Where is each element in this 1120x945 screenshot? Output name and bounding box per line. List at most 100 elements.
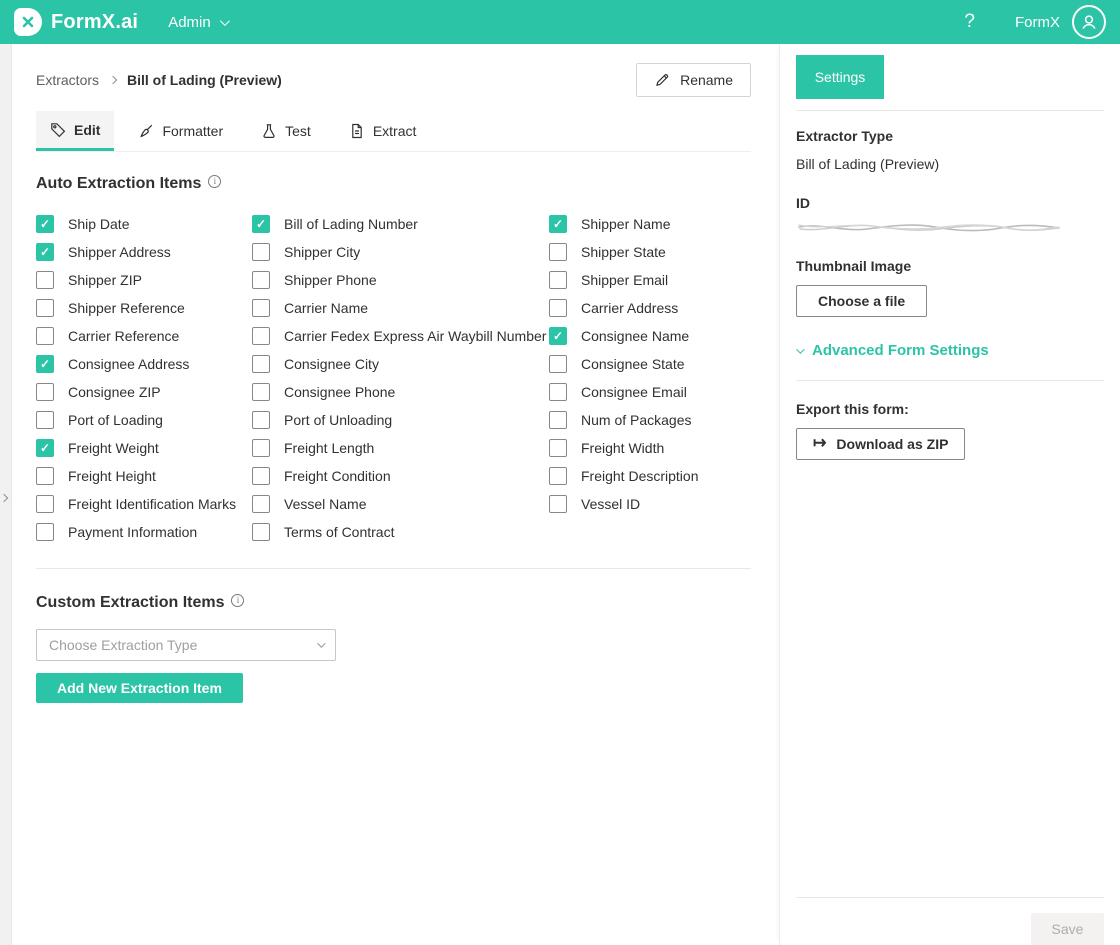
- logo-wordmark: FormX.ai: [51, 10, 139, 33]
- extraction-item-vessel-name[interactable]: Vessel Name: [252, 495, 549, 513]
- checkbox-freight-weight[interactable]: [36, 439, 54, 457]
- checkbox-consignee-email[interactable]: [549, 383, 567, 401]
- checkbox-carrier-reference[interactable]: [36, 327, 54, 345]
- checkbox-shipper-email[interactable]: [549, 271, 567, 289]
- formx-logo[interactable]: FormX.ai: [14, 8, 138, 36]
- extraction-item-consignee-state[interactable]: Consignee State: [549, 355, 751, 373]
- extraction-item-shipper-reference[interactable]: Shipper Reference: [36, 299, 252, 317]
- extraction-item-ship-date[interactable]: Ship Date: [36, 215, 252, 233]
- checkbox-terms-of-contract[interactable]: [252, 523, 270, 541]
- checkbox-consignee-name[interactable]: [549, 327, 567, 345]
- extraction-item-port-of-loading[interactable]: Port of Loading: [36, 411, 252, 429]
- checkbox-shipper-name[interactable]: [549, 215, 567, 233]
- checkbox-payment-information[interactable]: [36, 523, 54, 541]
- checkbox-carrier-fedex-express-air-waybill-number[interactable]: [252, 327, 270, 345]
- checkbox-shipper-phone[interactable]: [252, 271, 270, 289]
- extraction-item-shipper-email[interactable]: Shipper Email: [549, 271, 751, 289]
- extraction-item-consignee-name[interactable]: Consignee Name: [549, 327, 751, 345]
- checkbox-port-of-unloading[interactable]: [252, 411, 270, 429]
- account-menu[interactable]: FormX: [1015, 5, 1106, 39]
- checkbox-shipper-address[interactable]: [36, 243, 54, 261]
- checkbox-carrier-address[interactable]: [549, 299, 567, 317]
- extraction-item-shipper-zip[interactable]: Shipper ZIP: [36, 271, 252, 289]
- tab-test[interactable]: Test: [247, 111, 325, 151]
- extraction-item-carrier-address[interactable]: Carrier Address: [549, 299, 751, 317]
- info-icon[interactable]: [231, 593, 245, 607]
- extraction-item-num-of-packages[interactable]: Num of Packages: [549, 411, 751, 429]
- extraction-item-consignee-email[interactable]: Consignee Email: [549, 383, 751, 401]
- extraction-item-consignee-phone[interactable]: Consignee Phone: [252, 383, 549, 401]
- extraction-item-consignee-zip[interactable]: Consignee ZIP: [36, 383, 252, 401]
- checkbox-freight-identification-marks[interactable]: [36, 495, 54, 513]
- extraction-item-freight-width[interactable]: Freight Width: [549, 439, 751, 457]
- breadcrumb-extractors[interactable]: Extractors: [36, 72, 99, 88]
- chevron-down-icon: [317, 639, 326, 648]
- tab-settings[interactable]: Settings: [796, 55, 884, 99]
- thumbnail-image-label: Thumbnail Image: [796, 258, 912, 274]
- extraction-item-freight-description[interactable]: Freight Description: [549, 467, 751, 485]
- checkbox-consignee-phone[interactable]: [252, 383, 270, 401]
- choose-file-button[interactable]: Choose a file: [796, 285, 928, 317]
- checkbox-freight-length[interactable]: [252, 439, 270, 457]
- extraction-item-terms-of-contract[interactable]: Terms of Contract: [252, 523, 549, 541]
- extraction-item-label: Consignee Email: [581, 384, 687, 400]
- admin-menu[interactable]: Admin: [168, 14, 230, 31]
- checkbox-shipper-city[interactable]: [252, 243, 270, 261]
- checkbox-vessel-id[interactable]: [549, 495, 567, 513]
- advanced-form-settings-toggle[interactable]: Advanced Form Settings: [796, 342, 1104, 359]
- help-button[interactable]: ?: [964, 11, 975, 33]
- checkbox-freight-condition[interactable]: [252, 467, 270, 485]
- extraction-item-freight-height[interactable]: Freight Height: [36, 467, 252, 485]
- checkbox-shipper-state[interactable]: [549, 243, 567, 261]
- extraction-item-freight-weight[interactable]: Freight Weight: [36, 439, 252, 457]
- checkbox-shipper-zip[interactable]: [36, 271, 54, 289]
- checkbox-freight-width[interactable]: [549, 439, 567, 457]
- extraction-item-shipper-city[interactable]: Shipper City: [252, 243, 549, 261]
- extraction-item-carrier-reference[interactable]: Carrier Reference: [36, 327, 252, 345]
- extraction-item-payment-information[interactable]: Payment Information: [36, 523, 252, 541]
- checkbox-shipper-reference[interactable]: [36, 299, 54, 317]
- extraction-item-shipper-name[interactable]: Shipper Name: [549, 215, 751, 233]
- extraction-item-label: Freight Identification Marks: [68, 496, 237, 512]
- extraction-item-freight-length[interactable]: Freight Length: [252, 439, 549, 457]
- extraction-item-shipper-state[interactable]: Shipper State: [549, 243, 751, 261]
- top-bar: FormX.ai Admin ? FormX: [0, 0, 1120, 44]
- checkbox-consignee-zip[interactable]: [36, 383, 54, 401]
- extraction-item-shipper-phone[interactable]: Shipper Phone: [252, 271, 549, 289]
- rename-button[interactable]: Rename: [636, 63, 751, 97]
- chevron-down-icon: [796, 344, 805, 354]
- checkbox-port-of-loading[interactable]: [36, 411, 54, 429]
- checkbox-carrier-name[interactable]: [252, 299, 270, 317]
- checkbox-freight-height[interactable]: [36, 467, 54, 485]
- tab-extract[interactable]: Extract: [335, 111, 431, 151]
- add-new-extraction-item-button[interactable]: Add New Extraction Item: [36, 673, 243, 703]
- extraction-item-freight-identification-marks[interactable]: Freight Identification Marks: [36, 495, 252, 513]
- save-button[interactable]: Save: [1031, 913, 1104, 945]
- checkbox-consignee-city[interactable]: [252, 355, 270, 373]
- extraction-item-vessel-id[interactable]: Vessel ID: [549, 495, 751, 513]
- download-as-zip-button[interactable]: ↦ Download as ZIP: [796, 428, 966, 460]
- checkbox-num-of-packages[interactable]: [549, 411, 567, 429]
- tab-edit[interactable]: Edit: [36, 111, 115, 151]
- extraction-item-label: Freight Condition: [284, 468, 391, 484]
- checkbox-ship-date[interactable]: [36, 215, 54, 233]
- tab-formatter[interactable]: Formatter: [124, 111, 237, 151]
- extraction-item-carrier-name[interactable]: Carrier Name: [252, 299, 549, 317]
- extraction-item-bill-of-lading-number[interactable]: Bill of Lading Number: [252, 215, 549, 233]
- extraction-item-freight-condition[interactable]: Freight Condition: [252, 467, 549, 485]
- breadcrumb: Extractors Bill of Lading (Preview) Rena…: [36, 62, 751, 98]
- checkbox-consignee-state[interactable]: [549, 355, 567, 373]
- checkbox-freight-description[interactable]: [549, 467, 567, 485]
- checkbox-bill-of-lading-number[interactable]: [252, 215, 270, 233]
- extraction-type-dropdown[interactable]: Choose Extraction Type: [36, 629, 336, 661]
- extraction-item-consignee-address[interactable]: Consignee Address: [36, 355, 252, 373]
- checkbox-vessel-name[interactable]: [252, 495, 270, 513]
- extraction-item-shipper-address[interactable]: Shipper Address: [36, 243, 252, 261]
- extraction-item-port-of-unloading[interactable]: Port of Unloading: [252, 411, 549, 429]
- left-panel-expander[interactable]: [0, 44, 12, 945]
- extraction-item-label: Shipper Name: [581, 216, 671, 232]
- extraction-item-carrier-fedex-express-air-waybill-number[interactable]: Carrier Fedex Express Air Waybill Number: [252, 327, 549, 345]
- info-icon[interactable]: [208, 174, 222, 188]
- extraction-item-consignee-city[interactable]: Consignee City: [252, 355, 549, 373]
- checkbox-consignee-address[interactable]: [36, 355, 54, 373]
